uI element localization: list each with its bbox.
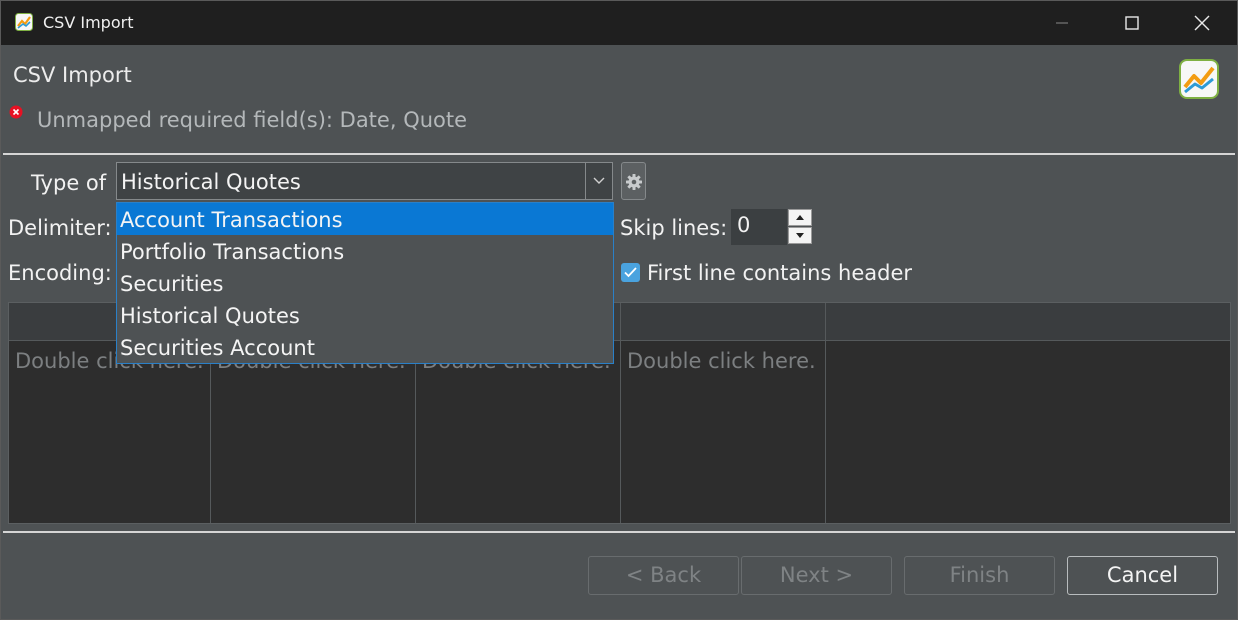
encoding-label: Encoding: (8, 261, 112, 285)
chart-logo-icon (1179, 59, 1219, 99)
app-icon (15, 13, 33, 31)
table-column[interactable]: Double click here. (621, 303, 826, 523)
chevron-down-icon (593, 177, 605, 184)
column-hint: Double click here. (627, 349, 816, 373)
arrow-up-icon (796, 215, 804, 220)
minimize-icon (1056, 22, 1068, 24)
csv-import-dialog: CSV Import CSV Import Unmapped required … (0, 0, 1238, 620)
close-button[interactable] (1167, 1, 1237, 45)
window-title: CSV Import (43, 13, 134, 32)
dropdown-item-historical-quotes[interactable]: Historical Quotes (117, 299, 613, 331)
close-icon (1194, 15, 1210, 31)
type-dropdown-list: Account Transactions Portfolio Transacti… (116, 202, 614, 364)
back-button[interactable]: < Back (588, 556, 739, 595)
dropdown-item-securities[interactable]: Securities (117, 267, 613, 299)
finish-button[interactable]: Finish (904, 556, 1055, 595)
title-bar: CSV Import (1, 1, 1237, 45)
dropdown-item-account-transactions[interactable]: Account Transactions (117, 203, 613, 235)
error-icon (9, 105, 23, 119)
skip-lines-increment[interactable] (788, 209, 812, 226)
maximize-button[interactable] (1097, 1, 1167, 45)
type-combo-value: Historical Quotes (121, 170, 301, 194)
footer-separator (3, 531, 1235, 533)
header-separator (3, 153, 1235, 155)
cancel-button[interactable]: Cancel (1067, 556, 1218, 595)
arrow-down-icon (796, 233, 804, 238)
dropdown-item-securities-account[interactable]: Securities Account (117, 331, 613, 363)
dialog-heading: CSV Import (13, 63, 132, 87)
type-label: Type of (31, 171, 107, 195)
checkmark-icon (624, 267, 637, 278)
skip-lines-decrement[interactable] (788, 227, 812, 244)
next-button[interactable]: Next > (741, 556, 892, 595)
delimiter-label: Delimiter: (8, 216, 112, 240)
skip-lines-input[interactable]: 0 (731, 209, 787, 245)
type-combo[interactable]: Historical Quotes (116, 162, 613, 200)
dropdown-item-portfolio-transactions[interactable]: Portfolio Transactions (117, 235, 613, 267)
first-line-header-label: First line contains header (647, 261, 912, 285)
maximize-icon (1125, 16, 1139, 30)
skip-lines-label: Skip lines: (620, 216, 728, 240)
minimize-button[interactable] (1027, 1, 1097, 45)
error-message: Unmapped required field(s): Date, Quote (37, 108, 468, 132)
type-settings-button[interactable] (621, 162, 646, 200)
gear-icon (626, 174, 642, 190)
first-line-header-checkbox[interactable] (621, 263, 640, 282)
type-combo-toggle[interactable] (585, 163, 612, 199)
